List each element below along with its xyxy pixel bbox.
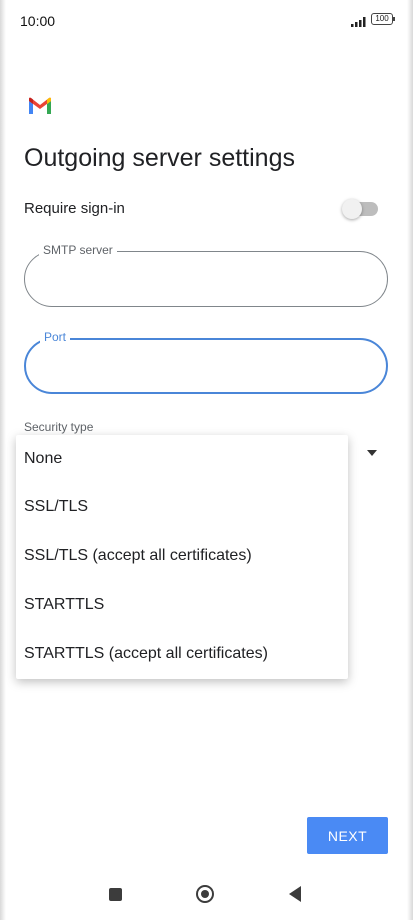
menu-item-starttls[interactable]: STARTTLS [16,581,348,629]
security-type-label: Security type [24,420,94,434]
port-label: Port [40,330,71,344]
port-input[interactable] [44,356,368,373]
smtp-server-input[interactable] [43,268,369,285]
menu-item-ssl-tls-accept-all[interactable]: SSL/TLS (accept all certificates) [16,532,348,580]
require-signin-toggle[interactable] [342,199,378,219]
page-title: Outgoing server settings [24,144,295,172]
menu-item-none[interactable]: None [16,435,348,483]
chevron-down-icon[interactable] [367,450,377,456]
next-button[interactable]: NEXT [307,817,388,854]
device-edge-right [407,0,413,920]
menu-item-starttls-accept-all[interactable]: STARTTLS (accept all certificates) [16,630,348,678]
smtp-server-label: SMTP server [39,243,117,257]
menu-item-ssl-tls[interactable]: SSL/TLS [16,483,348,531]
status-time: 10:00 [20,13,56,29]
security-type-dropdown-menu: None SSL/TLS SSL/TLS (accept all certifi… [16,435,348,679]
device-edge-left [0,0,6,920]
navigation-bar [0,875,413,920]
back-triangle-icon[interactable] [289,886,301,902]
smtp-server-field[interactable]: SMTP server [24,243,388,307]
toggle-knob [342,199,362,219]
status-bar: 10:00 100 [0,0,413,40]
require-signin-label: Require sign-in [24,200,125,217]
battery-icon: 100 [371,13,395,25]
port-field[interactable]: Port [24,330,388,394]
recents-square-icon[interactable] [109,888,122,901]
gmail-logo-icon [28,97,52,115]
home-circle-icon[interactable] [196,885,214,903]
signal-icon [351,14,369,32]
